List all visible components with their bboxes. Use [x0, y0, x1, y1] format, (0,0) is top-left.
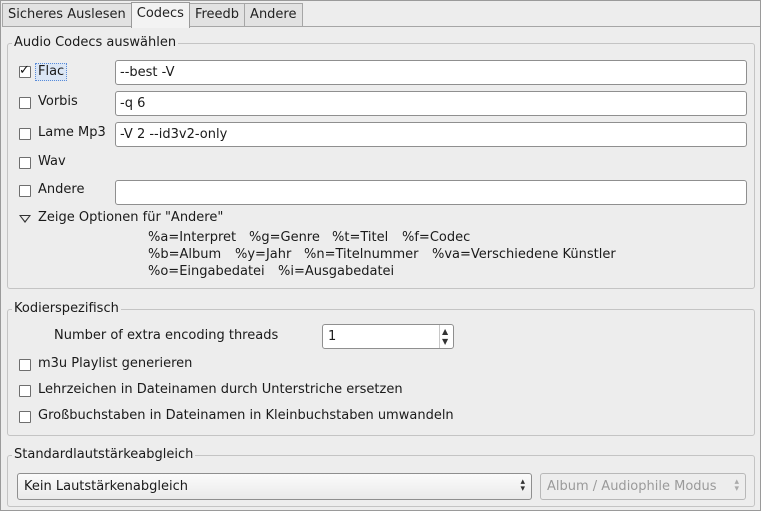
expander-arrow-icon[interactable] — [19, 215, 31, 223]
volume-title: Standardlautstärkeabgleich — [12, 446, 196, 464]
andere-options-input[interactable] — [115, 180, 747, 205]
lame-mp3-options-input[interactable]: -V 2 --id3v2-only — [115, 122, 747, 147]
m3u-checkbox[interactable] — [19, 359, 31, 371]
check-icon: ✓ — [19, 63, 30, 78]
flac-options-input[interactable]: --best -V — [115, 60, 747, 85]
hint-interpret: %a=Interpret — [148, 230, 237, 245]
preferences-window: Sicheres Auslesen Codecs Freedb Andere A… — [0, 0, 761, 511]
replace-spaces-label[interactable]: Lehrzeichen in Dateinamen durch Unterstr… — [38, 381, 403, 399]
album-audiophile-select[interactable]: Album / Audiophile Modus ▴ ▾ — [540, 473, 746, 500]
replace-spaces-checkbox[interactable] — [19, 385, 31, 397]
hint-genre: %g=Genre — [249, 230, 320, 245]
hint-codec: %f=Codec — [402, 230, 471, 245]
tab-sicheres-auslesen[interactable]: Sicheres Auslesen — [2, 3, 132, 27]
spin-down-icon[interactable]: ▼ — [442, 338, 448, 346]
threads-spinbox[interactable]: 1 ▲ ▼ — [322, 324, 454, 349]
hint-jahr: %y=Jahr — [235, 247, 292, 262]
threads-value[interactable]: 1 — [328, 325, 336, 348]
combo-arrows-disabled-icon: ▴ ▾ — [734, 477, 739, 494]
combo-arrows-icon: ▴ ▾ — [520, 477, 525, 494]
andere-options-expander[interactable]: Zeige Optionen für "Andere" — [38, 209, 223, 227]
hint-titelnummer: %n=Titelnummer — [304, 247, 419, 262]
lame-mp3-checkbox[interactable] — [19, 128, 31, 140]
encoder-specific-title: Kodierspezifisch — [12, 300, 121, 318]
audio-codecs-group: Audio Codecs auswählen ✓ Flac --best -V … — [7, 34, 755, 289]
tab-bar: Sicheres Auslesen Codecs Freedb Andere — [2, 2, 303, 28]
lowercase-label[interactable]: Großbuchstaben in Dateinamen in Kleinbuc… — [38, 407, 454, 425]
flac-checkbox[interactable]: ✓ — [19, 63, 31, 78]
threads-label: Number of extra encoding threads — [54, 328, 279, 343]
lowercase-checkbox[interactable] — [19, 411, 31, 423]
volume-mode-select[interactable]: Kein Lautstärkenabgleich ▴ ▾ — [17, 473, 532, 500]
vorbis-options-input[interactable]: -q 6 — [115, 91, 747, 116]
andere-label[interactable]: Andere — [38, 181, 84, 199]
flac-label[interactable]: Flac — [35, 63, 68, 81]
hint-titel: %t=Titel — [332, 230, 389, 245]
wav-label[interactable]: Wav — [38, 153, 66, 171]
lame-mp3-label[interactable]: Lame Mp3 — [38, 124, 106, 142]
spin-buttons: ▲ ▼ — [439, 325, 453, 348]
encoder-specific-group: Kodierspezifisch Number of extra encodin… — [7, 300, 755, 436]
hint-ausgabedatei: %i=Ausgabedatei — [278, 264, 395, 279]
hint-eingabedatei: %o=Eingabedatei — [148, 264, 265, 279]
andere-checkbox[interactable] — [19, 185, 31, 197]
spin-up-icon[interactable]: ▲ — [442, 328, 448, 336]
m3u-label[interactable]: m3u Playlist generieren — [38, 355, 192, 373]
codecs-panel: Audio Codecs auswählen ✓ Flac --best -V … — [2, 26, 760, 510]
volume-mode-value: Kein Lautstärkenabgleich — [24, 479, 188, 494]
tab-codecs[interactable]: Codecs — [130, 2, 190, 28]
album-audiophile-value: Album / Audiophile Modus — [547, 479, 717, 494]
audio-codecs-title: Audio Codecs auswählen — [12, 34, 179, 52]
vorbis-label[interactable]: Vorbis — [38, 93, 78, 111]
tab-freedb[interactable]: Freedb — [188, 3, 246, 27]
hint-verschiedene-kuenstler: %va=Verschiedene Künstler — [432, 247, 616, 262]
hint-album: %b=Album — [148, 247, 222, 262]
volume-group: Standardlautstärkeabgleich Kein Lautstär… — [7, 446, 755, 507]
tab-andere[interactable]: Andere — [244, 3, 303, 27]
vorbis-checkbox[interactable] — [19, 97, 31, 109]
wav-checkbox[interactable] — [19, 157, 31, 169]
